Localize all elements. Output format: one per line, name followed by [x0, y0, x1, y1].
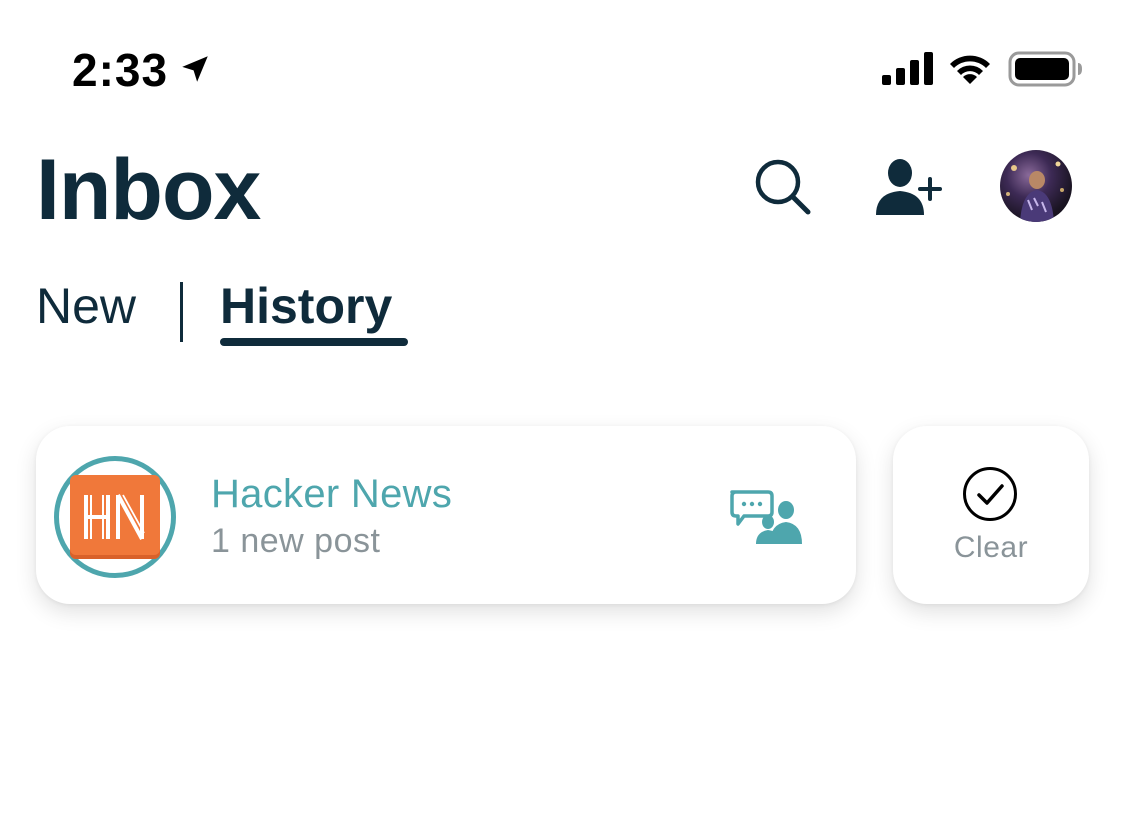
- tab-bar: New History: [36, 272, 536, 352]
- search-button[interactable]: [748, 152, 818, 222]
- page-title: Inbox: [36, 142, 261, 238]
- avatar-image: [1006, 161, 1064, 222]
- active-tab-indicator: [220, 338, 408, 346]
- add-user-button[interactable]: [870, 152, 946, 222]
- feed-name: Hacker News: [211, 472, 453, 516]
- hn-logo-letters: [84, 494, 145, 540]
- feed-avatar: [54, 456, 176, 578]
- tab-divider: [180, 282, 183, 342]
- tab-new[interactable]: New: [36, 276, 136, 336]
- status-time: 2:33: [72, 44, 169, 96]
- feed-subtitle: 1 new post: [211, 522, 381, 560]
- tab-history[interactable]: History: [220, 276, 392, 336]
- search-icon: [755, 159, 811, 215]
- add-user-icon: [876, 159, 942, 215]
- check-circle-icon: [963, 467, 1017, 521]
- clear-label: Clear: [953, 531, 1029, 564]
- battery-icon: [1008, 51, 1082, 87]
- status-bar: 2:33: [0, 0, 1125, 130]
- clear-button[interactable]: Clear: [893, 426, 1089, 604]
- cellular-signal-icon: [882, 52, 933, 85]
- discussion-group-icon: [730, 490, 802, 544]
- wifi-icon: [950, 55, 990, 84]
- feed-card-hacker-news[interactable]: Hacker News 1 new post: [36, 426, 856, 604]
- profile-avatar[interactable]: [1000, 150, 1072, 222]
- hacker-news-logo: [70, 475, 160, 559]
- location-arrow-icon: [182, 56, 208, 82]
